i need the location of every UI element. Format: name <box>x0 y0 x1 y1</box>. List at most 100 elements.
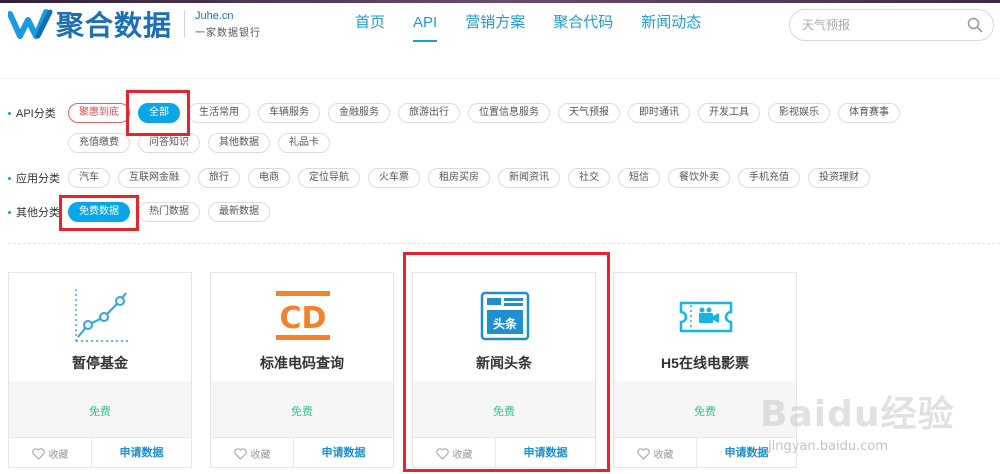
card-title: 标准电码查询 <box>260 355 344 371</box>
favorite-button[interactable]: 收藏 <box>413 438 496 469</box>
favorite-button[interactable]: 收藏 <box>9 438 92 469</box>
api-card[interactable]: CD 标准电码查询 免费 收藏 申请数据 <box>210 272 394 469</box>
favorite-button[interactable]: 收藏 <box>614 438 697 469</box>
tag-social[interactable]: 社交 <box>568 168 610 188</box>
tag-juhui[interactable]: 聚惠到底 <box>68 103 130 123</box>
watermark-brand: Baidu经验 <box>760 394 955 435</box>
card-footer: 收藏 申请数据 <box>9 437 191 469</box>
tag-recharge[interactable]: 充值缴费 <box>68 133 130 153</box>
filter-other-tags: 免费数据 热门数据 最新数据 <box>68 202 948 232</box>
section-divider <box>8 243 1000 244</box>
api-card[interactable]: 暂停基金 免费 收藏 申请数据 <box>8 272 192 469</box>
tag-other-data[interactable]: 其他数据 <box>208 133 270 153</box>
card-price-area: 免费 <box>413 381 595 437</box>
bullet-dot <box>8 210 11 214</box>
filter-app-tags: 汽车 互联网金融 旅行 电商 定位导航 火车票 租房买房 新闻资讯 社交 短信 … <box>68 168 948 198</box>
tag-finance[interactable]: 金融服务 <box>328 103 390 123</box>
filter-app-label-text: 应用分类 <box>16 173 60 185</box>
tag-navigation[interactable]: 定位导航 <box>298 168 360 188</box>
favorite-label: 收藏 <box>250 450 271 461</box>
juhe-logo-icon <box>8 9 53 39</box>
search-input[interactable] <box>802 16 952 34</box>
favorite-label: 收藏 <box>452 450 473 461</box>
card-price-area: 免费 <box>211 381 393 437</box>
card-title: 暂停基金 <box>72 355 128 371</box>
filter-api-label: API分类 <box>8 103 68 123</box>
tag-internet-finance[interactable]: 互联网金融 <box>118 168 190 188</box>
card-title: H5在线电影票 <box>661 355 749 371</box>
tag-news[interactable]: 新闻资讯 <box>498 168 560 188</box>
card-price: 免费 <box>291 406 313 418</box>
tag-travel[interactable]: 旅游出行 <box>398 103 460 123</box>
tag-trip[interactable]: 旅行 <box>198 168 240 188</box>
nav-api[interactable]: API <box>413 12 438 42</box>
logo-subtitle: Juhe.cn 一家数据银行 <box>195 10 261 39</box>
tag-train-ticket[interactable]: 火车票 <box>368 168 420 188</box>
top-bar: 聚合数据 Juhe.cn 一家数据银行 首页 API 营销方案 聚合代码 新闻动… <box>0 0 1000 50</box>
card-price: 免费 <box>493 406 515 418</box>
card-title: 新闻头条 <box>476 355 532 371</box>
tag-car[interactable]: 汽车 <box>68 168 110 188</box>
tag-life[interactable]: 生活常用 <box>188 103 250 123</box>
card-footer: 收藏 申请数据 <box>413 437 595 469</box>
cd-code-icon: CD <box>276 291 330 340</box>
nav-news[interactable]: 新闻动态 <box>641 12 701 42</box>
card-footer: 收藏 申请数据 <box>211 437 393 469</box>
tag-weather[interactable]: 天气预报 <box>558 103 620 123</box>
tag-sms[interactable]: 短信 <box>618 168 660 188</box>
filter-other: 其他分类 免费数据 热门数据 最新数据 <box>8 202 948 232</box>
filter-api-tags: 聚惠到底 全部 生活常用 车辆服务 金融服务 旅游出行 位置信息服务 天气预报 … <box>68 103 948 163</box>
card-price-area: 免费 <box>9 381 191 437</box>
tag-sports[interactable]: 体育赛事 <box>838 103 900 123</box>
heart-icon <box>31 447 45 460</box>
tag-ecommerce[interactable]: 电商 <box>248 168 290 188</box>
line-chart-icon <box>75 289 130 342</box>
tag-location[interactable]: 位置信息服务 <box>468 103 550 123</box>
search-icon[interactable] <box>967 17 983 33</box>
heart-icon <box>233 447 247 460</box>
nav-home[interactable]: 首页 <box>355 12 385 42</box>
tag-mobile-recharge[interactable]: 手机充值 <box>738 168 800 188</box>
site-logo[interactable]: 聚合数据 Juhe.cn 一家数据银行 <box>8 6 261 42</box>
nav-marketing[interactable]: 营销方案 <box>465 12 525 42</box>
header-divider <box>0 78 1000 79</box>
tag-housing[interactable]: 租房买房 <box>428 168 490 188</box>
logo-domain: Juhe.cn <box>195 9 234 22</box>
filter-other-label-text: 其他分类 <box>16 207 60 219</box>
nav-juhe-code[interactable]: 聚合代码 <box>553 12 613 42</box>
tag-gift-card[interactable]: 礼品卡 <box>278 133 330 153</box>
tag-investment[interactable]: 投资理财 <box>808 168 870 188</box>
apply-data-button[interactable]: 申请数据 <box>92 438 191 468</box>
watermark-url: jingyan.baidu.com <box>768 439 888 454</box>
tag-new-data[interactable]: 最新数据 <box>208 202 270 222</box>
highlight-box-free <box>59 195 139 231</box>
bullet-dot <box>8 111 11 115</box>
svg-text:头条: 头条 <box>493 316 518 331</box>
tag-hot-data[interactable]: 热门数据 <box>138 202 200 222</box>
heart-icon <box>636 447 650 460</box>
api-card[interactable]: 头条 新闻头条 免费 收藏 申请数据 <box>412 272 596 469</box>
favorite-label: 收藏 <box>653 450 674 461</box>
tag-entertainment[interactable]: 影视娱乐 <box>768 103 830 123</box>
tag-im[interactable]: 即时通讯 <box>628 103 690 123</box>
search-box <box>789 9 994 41</box>
tag-food-delivery[interactable]: 餐饮外卖 <box>668 168 730 188</box>
main-nav: 首页 API 营销方案 聚合代码 新闻动态 <box>355 12 729 42</box>
apply-data-button[interactable]: 申请数据 <box>294 438 393 468</box>
tag-qa[interactable]: 问答知识 <box>138 133 200 153</box>
tag-devtools[interactable]: 开发工具 <box>698 103 760 123</box>
heart-icon <box>435 447 449 460</box>
top-accent-line <box>0 0 1000 3</box>
movie-ticket-icon <box>679 301 733 333</box>
filter-api-label-text: API分类 <box>16 108 56 120</box>
highlight-box-all <box>126 90 190 136</box>
logo-text: 聚合数据 <box>56 9 173 42</box>
apply-data-button[interactable]: 申请数据 <box>496 438 595 468</box>
bullet-dot <box>8 176 11 180</box>
favorite-button[interactable]: 收藏 <box>211 438 294 469</box>
news-headline-icon: 头条 <box>480 291 530 341</box>
filter-app-label: 应用分类 <box>8 168 68 188</box>
tag-vehicle[interactable]: 车辆服务 <box>258 103 320 123</box>
favorite-label: 收藏 <box>48 450 69 461</box>
logo-tagline: 一家数据银行 <box>195 27 262 39</box>
